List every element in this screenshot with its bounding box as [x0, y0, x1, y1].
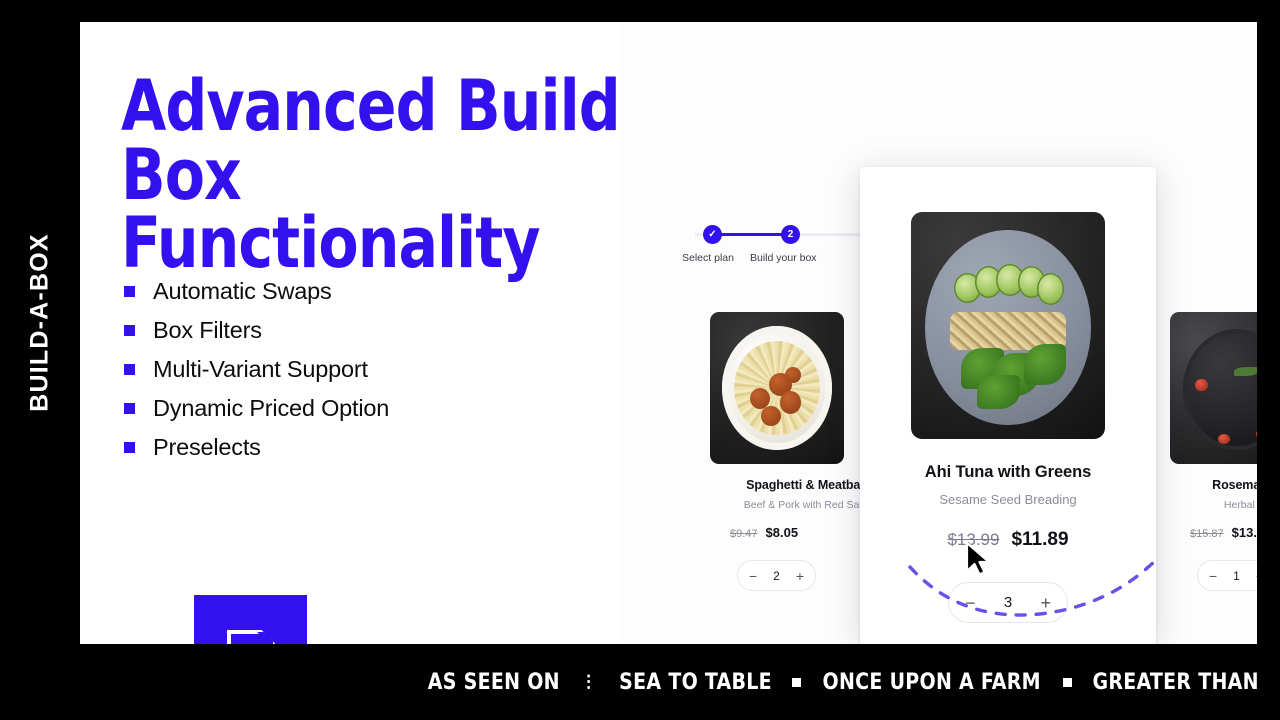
- list-item: Box Filters: [124, 311, 389, 350]
- bullet-square-icon: [124, 286, 135, 297]
- product-card-list: Spaghetti & Meatballs Beef & Pork with R…: [620, 22, 1257, 644]
- quantity-stepper[interactable]: − 1 +: [1197, 560, 1257, 591]
- quantity-value: 3: [1003, 594, 1013, 611]
- ticker-item-2: ONCE UPON A FARM: [822, 669, 1042, 695]
- ahi-tuna-photo: [911, 212, 1105, 439]
- content-panel: Advanced Build-A-Box Functionality Autom…: [80, 22, 1257, 644]
- quantity-increment-button[interactable]: +: [1040, 594, 1051, 612]
- feature-label: Dynamic Priced Option: [153, 395, 390, 421]
- ticker-item-1: SEA TO TABLE: [619, 669, 773, 695]
- quantity-decrement-button[interactable]: −: [1209, 569, 1217, 583]
- feature-label: Multi-Variant Support: [153, 356, 368, 382]
- feature-label: Box Filters: [153, 317, 262, 343]
- box-outline-icon: [227, 630, 275, 644]
- product-prices: $13.99 $11.89: [860, 529, 1156, 551]
- list-item: Preselects: [124, 428, 389, 467]
- bullet-square-icon: [124, 325, 135, 336]
- quantity-decrement-button[interactable]: −: [965, 594, 976, 612]
- quantity-increment-button[interactable]: +: [796, 569, 804, 583]
- quantity-decrement-button[interactable]: −: [749, 569, 757, 583]
- product-price-original: $15.87: [1190, 528, 1224, 540]
- ticker-item-3: GREATER THAN: [1092, 669, 1259, 695]
- feature-list: Automatic Swaps Box Filters Multi-Varian…: [124, 272, 389, 467]
- vertical-ellipsis-icon: ⋮: [580, 672, 600, 691]
- ticker-lead-label: AS SEEN ON: [428, 669, 561, 695]
- vertical-brand-label: BUILD-A-BOX: [0, 0, 80, 644]
- product-image-ahi-tuna: [911, 212, 1105, 439]
- product-description: Herbal and Smokey: [1223, 499, 1257, 511]
- quantity-value: 1: [1233, 568, 1240, 583]
- quantity-value: 2: [773, 568, 780, 583]
- product-price-current: $13.49: [1231, 525, 1257, 540]
- quantity-stepper[interactable]: − 2 +: [737, 560, 816, 591]
- product-name: Rosemarry Chicken: [1212, 478, 1257, 492]
- list-item: Automatic Swaps: [124, 272, 389, 311]
- ticker-square-icon: [1062, 677, 1072, 687]
- bullet-square-icon: [124, 364, 135, 375]
- feature-label: Preselects: [153, 434, 261, 460]
- slide-root: BUILD-A-BOX Advanced Build-A-Box Functio…: [0, 0, 1280, 720]
- product-description: Sesame Seed Breading: [939, 492, 1077, 507]
- brand-logo: [194, 595, 307, 644]
- product-image-spaghetti: [710, 312, 844, 464]
- chicken-photo: [1170, 312, 1257, 464]
- product-name: Ahi Tuna with Greens: [924, 463, 1092, 481]
- product-price-current: $11.89: [1011, 529, 1069, 550]
- quantity-increment-button[interactable]: +: [1256, 569, 1257, 583]
- ticker-square-icon: [792, 677, 802, 687]
- quantity-stepper[interactable]: − 3 +: [948, 582, 1068, 623]
- product-card-ahi-tuna[interactable]: Ahi Tuna with Greens Sesame Seed Breadin…: [860, 167, 1156, 644]
- product-mockup: ✓ 2 Select plan Build your box Spaghetti…: [620, 22, 1257, 644]
- product-image-chicken: [1170, 312, 1257, 464]
- product-card-chicken[interactable]: Rosemarry Chicken Herbal and Smokey $15.…: [1170, 312, 1257, 591]
- feature-label: Automatic Swaps: [153, 278, 332, 304]
- list-item: Dynamic Priced Option: [124, 389, 389, 428]
- bullet-square-icon: [124, 442, 135, 453]
- product-price-current: $8.05: [765, 525, 799, 540]
- product-price-original: $9.47: [730, 528, 758, 540]
- spaghetti-photo: [710, 312, 844, 464]
- product-prices: $15.87 $13.49: [1170, 525, 1257, 540]
- mouse-pointer-icon: [965, 541, 991, 576]
- as-seen-on-ticker: AS SEEN ON ⋮ SEA TO TABLE ONCE UPON A FA…: [0, 644, 1280, 720]
- list-item: Multi-Variant Support: [124, 350, 389, 389]
- bullet-square-icon: [124, 403, 135, 414]
- vertical-brand-label-text: BUILD-A-BOX: [25, 232, 54, 412]
